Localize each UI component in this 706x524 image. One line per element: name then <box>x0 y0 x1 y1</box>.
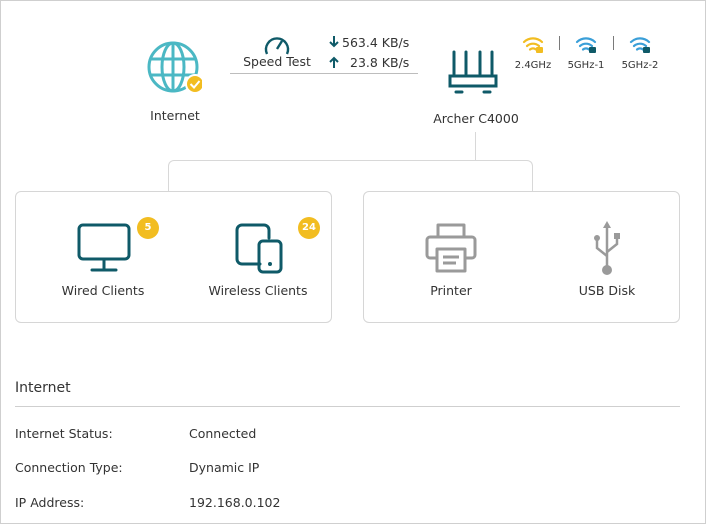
section-title: Internet <box>15 380 71 396</box>
printer-icon <box>425 223 477 273</box>
upload-value: 23.8 KB/s <box>350 55 410 70</box>
ip-address-label: IP Address: <box>15 495 85 510</box>
globe-icon <box>147 41 202 94</box>
wireless-count-badge: 24 <box>298 217 320 239</box>
usb-disk-tile[interactable]: USB Disk <box>560 220 654 300</box>
wifi-icon <box>522 37 544 53</box>
internet-status-label: Internet Status: <box>15 426 113 441</box>
wired-clients-tile[interactable]: 5 Wired Clients <box>46 217 160 300</box>
clients-card: 5 Wired Clients 24 Wireless Clients <box>15 191 332 323</box>
internet-node[interactable]: Internet <box>140 40 210 130</box>
connection-type-value: Dynamic IP <box>189 460 260 475</box>
printer-label: Printer <box>430 283 472 298</box>
wifi-icon <box>629 37 651 53</box>
wired-count-badge: 5 <box>137 217 159 239</box>
band-5ghz-2[interactable]: 5GHz-2 <box>615 34 665 74</box>
connector-vertical <box>475 132 476 160</box>
wireless-clients-label: Wireless Clients <box>208 283 308 298</box>
wireless-clients-tile[interactable]: 24 Wireless Clients <box>200 217 320 300</box>
usb-disk-label: USB Disk <box>578 283 636 298</box>
devices-icon <box>235 223 283 274</box>
connection-type-label: Connection Type: <box>15 460 123 475</box>
band-label: 2.4GHz <box>514 60 552 71</box>
monitor-icon <box>77 223 131 272</box>
speed-test-underline <box>230 73 418 74</box>
arrow-down-icon <box>329 36 339 48</box>
usb-icon <box>594 221 620 275</box>
ip-address-value: 192.168.0.102 <box>189 495 281 510</box>
download-value: 563.4 KB/s <box>342 35 410 50</box>
usb-printer-card: Printer USB Disk <box>363 191 680 323</box>
connector-bracket <box>168 160 533 191</box>
band-label: 5GHz-1 <box>567 60 605 71</box>
arrow-up-icon <box>329 56 339 68</box>
band-divider <box>613 36 614 50</box>
band-5ghz-1[interactable]: 5GHz-1 <box>561 34 611 74</box>
band-label: 5GHz-2 <box>621 60 659 71</box>
internet-label: Internet <box>150 108 200 123</box>
internet-status-value: Connected <box>189 426 257 441</box>
wifi-icon <box>575 37 597 53</box>
band-divider <box>559 36 560 50</box>
section-divider <box>15 406 680 407</box>
band-2-4ghz[interactable]: 2.4GHz <box>508 34 558 74</box>
router-name: Archer C4000 <box>433 111 519 126</box>
wired-clients-label: Wired Clients <box>61 283 145 298</box>
speed-test-button[interactable]: Speed Test <box>242 30 312 74</box>
speed-test-label: Speed Test <box>243 54 311 69</box>
router-icon <box>448 50 498 94</box>
printer-tile[interactable]: Printer <box>404 220 498 300</box>
